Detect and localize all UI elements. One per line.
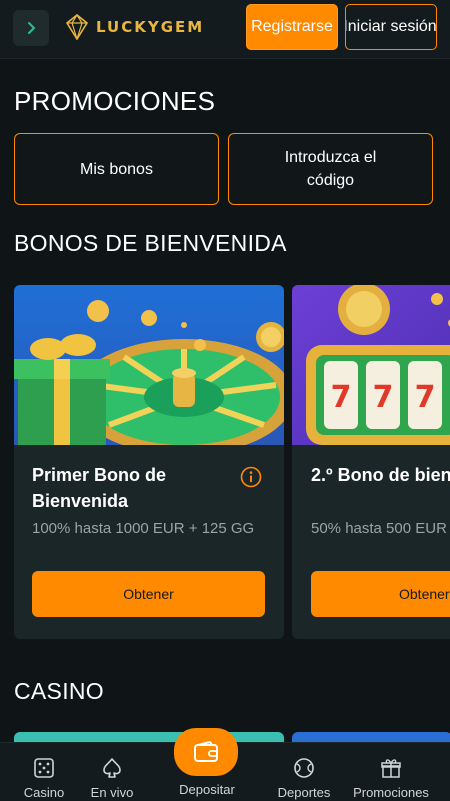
- register-button[interactable]: Registrarse: [246, 4, 338, 50]
- bonus-card[interactable]: 7 7 7 2.º Bono de bienvenida 50% hasta 5…: [292, 285, 450, 639]
- svg-text:7: 7: [415, 380, 436, 415]
- gift-icon: [381, 759, 401, 778]
- login-button[interactable]: Iniciar sesión: [345, 4, 437, 50]
- ball-icon: [294, 758, 314, 778]
- nav-promotions[interactable]: Promociones: [346, 743, 436, 801]
- bonus-card-title: 2.º Bono de bienvenida: [311, 465, 450, 485]
- svg-text:7: 7: [373, 380, 394, 415]
- top-bar: LUCKYGEM Registrarse Iniciar sesión: [0, 0, 450, 59]
- nav-label: Casino: [23, 785, 65, 800]
- chevron-right-icon: [28, 22, 36, 34]
- enter-code-button[interactable]: Introduzca el código: [228, 133, 433, 205]
- menu-toggle-button[interactable]: [13, 10, 49, 46]
- bonus-card-description: 50% hasta 500 EUR: [311, 520, 447, 537]
- wallet-icon: [194, 741, 218, 762]
- bonus-card-title: Primer Bono de Bienvenida: [32, 465, 167, 511]
- nav-sports[interactable]: Deportes: [268, 743, 340, 801]
- casino-section-title: CASINO: [14, 678, 104, 704]
- login-button-label: Iniciar sesión: [345, 18, 437, 35]
- nav-label: Promociones: [353, 785, 429, 800]
- claim-bonus-button[interactable]: Obtener: [311, 571, 450, 617]
- spade-icon: [103, 758, 121, 778]
- welcome-bonuses-title: BONOS DE BIENVENIDA: [14, 230, 287, 256]
- nav-live[interactable]: En vivo: [80, 743, 144, 801]
- nav-label: Deportes: [277, 785, 331, 800]
- claim-bonus-button[interactable]: Obtener: [32, 571, 265, 617]
- gem-logo-icon: [66, 14, 88, 40]
- nav-casino[interactable]: Casino: [12, 743, 76, 801]
- logo[interactable]: LUCKYGEM: [66, 14, 204, 40]
- slot-machine-image: 7 7 7: [292, 285, 450, 445]
- dice-icon: [34, 758, 54, 778]
- bonus-card-description: 100% hasta 1000 EUR + 125 GG: [32, 520, 255, 537]
- nav-label: Depositar: [179, 782, 235, 797]
- page-title: PROMOCIONES: [14, 86, 216, 116]
- my-bonuses-button[interactable]: Mis bonos: [14, 133, 219, 205]
- bonus-card[interactable]: Primer Bono de Bienvenida 100% hasta 100…: [14, 285, 284, 639]
- roulette-gift-image: [14, 285, 284, 445]
- brand-name: LUCKYGEM: [96, 18, 205, 36]
- deposit-button[interactable]: [174, 728, 238, 776]
- nav-label: En vivo: [90, 785, 134, 800]
- info-icon[interactable]: [240, 466, 262, 488]
- svg-text:7: 7: [331, 380, 352, 415]
